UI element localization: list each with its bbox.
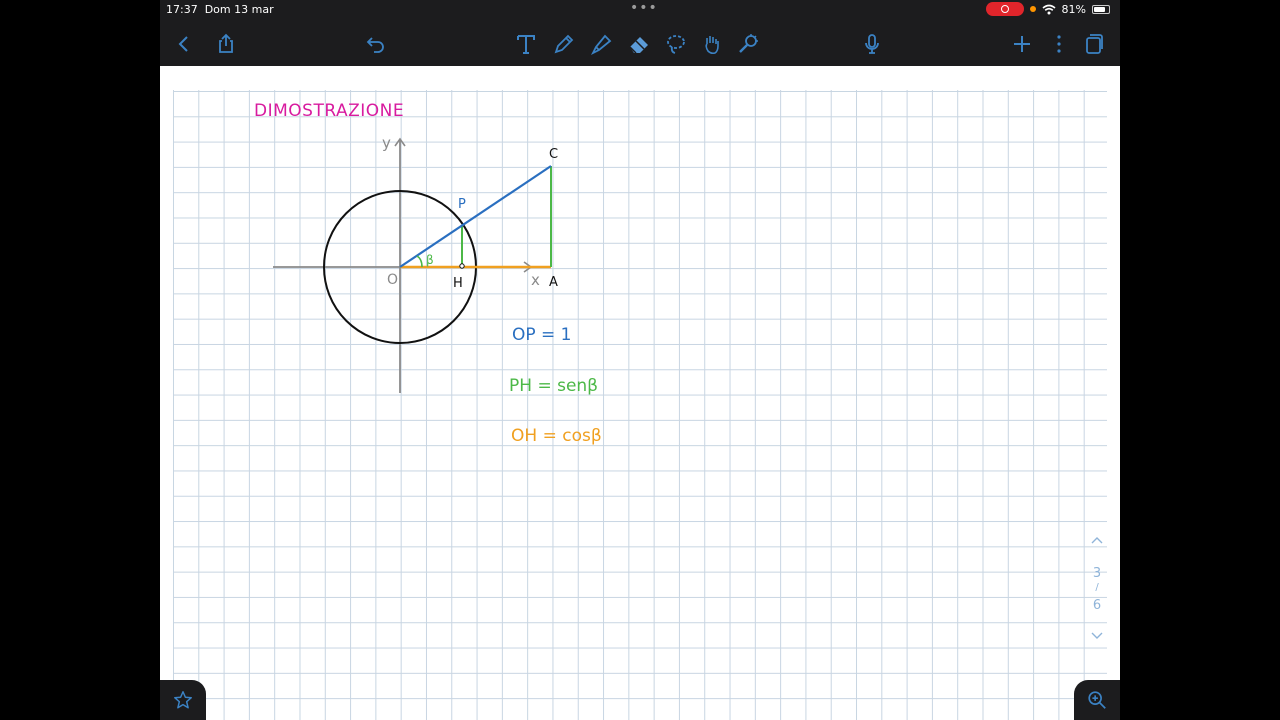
angle-arc [416, 255, 423, 268]
multitasking-dots-icon[interactable]: ••• [630, 0, 658, 16]
eraser-icon [629, 37, 648, 54]
toolbar [160, 20, 1120, 66]
page-separator: / [1095, 582, 1099, 593]
laser-icon [739, 34, 758, 53]
handwritten-drawing: DIMOSTRAZIONE y x β O P H C A OP = 1 PH … [254, 101, 602, 446]
label-p: P [458, 197, 466, 212]
axis-x-label: x [531, 271, 540, 289]
point-h-dot [459, 263, 465, 269]
share-button[interactable] [212, 30, 240, 58]
wifi-icon [1042, 4, 1056, 14]
axis-y-label: y [382, 134, 391, 152]
label-o: O [387, 272, 398, 288]
lasso-icon [667, 35, 685, 54]
screen-recording-icon[interactable] [985, 2, 1024, 16]
magnifier-plus-icon [1088, 691, 1106, 709]
battery-percent: 81% [1061, 2, 1086, 16]
favorite-button[interactable] [160, 680, 206, 720]
note-title: DIMOSTRAZIONE [254, 101, 404, 121]
current-page: 3 [1092, 566, 1102, 581]
laser-tool-button[interactable] [734, 30, 762, 58]
status-bar: 17:37 Dom 13 mar ••• 81% [160, 0, 1120, 20]
pages-button[interactable] [1080, 30, 1108, 58]
page-indicator: 3 / 6 [1086, 530, 1108, 650]
equation-ph: PH = senβ [509, 376, 598, 396]
eraser-tool-button[interactable] [625, 30, 653, 58]
label-a: A [549, 275, 558, 290]
angle-beta-label: β [426, 253, 434, 267]
status-time-date: 17:37 Dom 13 mar [166, 3, 274, 16]
label-c: C [549, 147, 558, 162]
total-pages: 6 [1092, 598, 1102, 613]
undo-icon [366, 37, 384, 53]
pen-icon [554, 34, 574, 54]
status-right: 81% [985, 2, 1110, 16]
battery-icon [1092, 4, 1110, 14]
zoom-button[interactable] [1074, 680, 1120, 720]
add-button[interactable] [1008, 30, 1036, 58]
undo-button[interactable] [362, 30, 390, 58]
label-h: H [453, 276, 463, 291]
chevron-up-icon[interactable] [1091, 536, 1103, 544]
equation-oh: OH = cosβ [511, 426, 602, 446]
segment-oc [399, 165, 552, 268]
highlighter-icon [590, 34, 612, 56]
plus-icon [1014, 36, 1030, 52]
lasso-tool-button[interactable] [662, 30, 690, 58]
chevron-left-icon [178, 36, 188, 52]
hand-tool-button[interactable] [698, 30, 726, 58]
star-icon [174, 691, 192, 709]
highlighter-tool-button[interactable] [588, 30, 616, 58]
pen-tool-button[interactable] [550, 30, 578, 58]
share-icon [219, 33, 233, 53]
more-icon [1057, 35, 1061, 53]
text-icon [517, 35, 535, 54]
back-button[interactable] [170, 30, 198, 58]
hand-icon [705, 36, 719, 55]
more-button[interactable] [1045, 30, 1073, 58]
equation-op: OP = 1 [512, 325, 572, 345]
mic-indicator-icon [1029, 6, 1036, 12]
microphone-icon [865, 34, 879, 54]
text-tool-button[interactable] [512, 30, 540, 58]
pages-icon [1086, 34, 1103, 54]
chevron-down-icon[interactable] [1091, 632, 1103, 640]
microphone-button[interactable] [858, 30, 886, 58]
